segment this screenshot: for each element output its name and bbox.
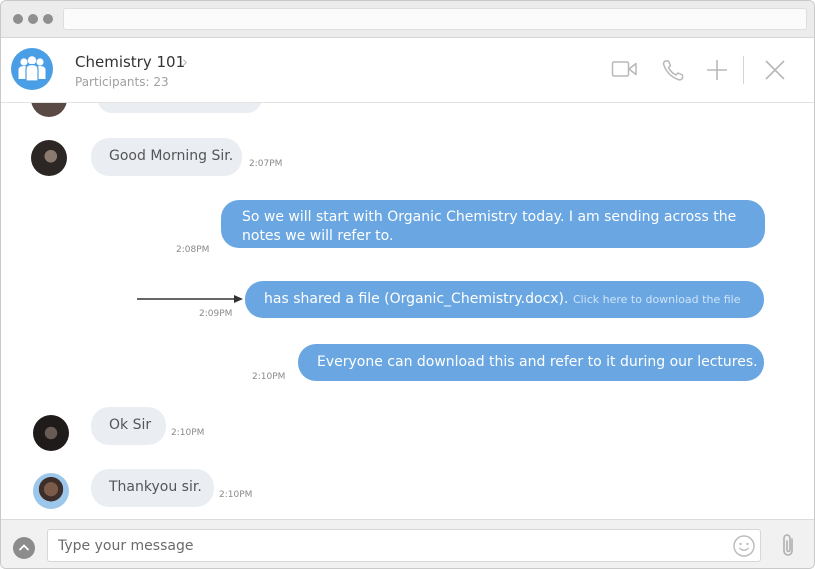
download-file-link[interactable]: Click here to download the file [573, 293, 741, 306]
message-list[interactable]: Good Morning Sir. 2:07PM So we will star… [1, 103, 814, 519]
group-avatar[interactable] [11, 48, 53, 90]
message-time: 2:10PM [219, 490, 253, 500]
file-share-bubble: has shared a file (Organic_Chemistry.doc… [245, 281, 764, 318]
arrow-pointer-icon [137, 295, 243, 303]
add-participant-icon[interactable] [705, 58, 729, 82]
avatar[interactable] [33, 473, 69, 509]
message-bubble-outgoing: Everyone can download this and refer to … [298, 344, 764, 381]
participants-count: Participants: 23 [75, 75, 169, 89]
avatar[interactable] [31, 140, 67, 176]
message-input[interactable] [47, 529, 761, 562]
chat-window: Chemistry 101 › Participants: 23 Good Mo… [0, 0, 815, 569]
paperclip-icon[interactable] [779, 532, 799, 560]
message-bubble-incoming: Good Morning Sir. [91, 138, 242, 176]
message-text: Ok Sir [109, 417, 152, 433]
message-text: Good Morning Sir. [109, 148, 234, 164]
window-close-dot[interactable] [13, 14, 23, 24]
message-text: So we will start with Organic Chemistry … [242, 209, 737, 244]
message-time: 2:08PM [176, 245, 210, 255]
chat-header: Chemistry 101 › Participants: 23 [1, 38, 814, 103]
message-bubble-incoming: Thankyou sir. [91, 469, 214, 507]
close-icon[interactable] [764, 59, 786, 81]
file-share-text: has shared a file (Organic_Chemistry.doc… [264, 291, 569, 307]
message-time: 2:09PM [199, 309, 233, 319]
message-time: 2:07PM [249, 159, 283, 169]
expand-options-button[interactable] [13, 537, 35, 559]
message-composer [1, 519, 814, 568]
chevron-right-icon[interactable]: › [182, 53, 188, 71]
avatar[interactable] [33, 415, 69, 451]
message-time: 2:10PM [252, 372, 286, 382]
address-bar[interactable] [63, 8, 807, 30]
header-divider [743, 56, 744, 84]
group-people-icon [18, 56, 46, 82]
phone-call-icon[interactable] [661, 58, 687, 82]
avatar-partial [31, 103, 67, 117]
message-time: 2:10PM [171, 428, 205, 438]
message-text: Thankyou sir. [109, 479, 202, 495]
chevron-up-icon [18, 544, 30, 551]
emoji-icon[interactable] [732, 534, 756, 558]
message-bubble-incoming: Ok Sir [91, 407, 166, 445]
message-bubble-partial [97, 103, 262, 113]
window-zoom-dot[interactable] [43, 14, 53, 24]
chat-title[interactable]: Chemistry 101 [75, 53, 185, 71]
message-text: Everyone can download this and refer to … [317, 354, 758, 370]
window-titlebar [1, 1, 814, 38]
window-minimize-dot[interactable] [28, 14, 38, 24]
message-bubble-outgoing: So we will start with Organic Chemistry … [221, 200, 765, 248]
video-call-icon[interactable] [611, 58, 638, 80]
